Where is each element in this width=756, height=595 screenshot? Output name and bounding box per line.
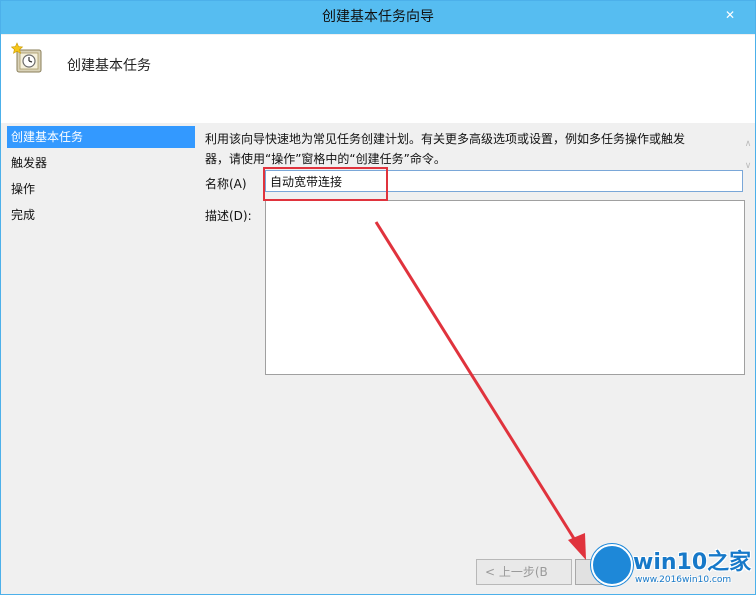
close-icon[interactable]: ✕ [719, 5, 741, 25]
intro-line-2: 器，请使用“操作”窗格中的“创建任务”命令。 [205, 152, 446, 166]
name-field[interactable] [265, 170, 743, 192]
name-label: 名称(A) [205, 177, 247, 191]
wizard-content: 利用该向导快速地为常见任务创建计划。有关更多高级选项或设置，例如多任务操作或触发… [205, 123, 750, 563]
intro-text: 利用该向导快速地为常见任务创建计划。有关更多高级选项或设置，例如多任务操作或触发… [205, 129, 735, 169]
description-label: 描述(D): [205, 209, 252, 223]
header-title: 创建基本任务 [67, 58, 151, 74]
step-create-basic-task[interactable]: 创建基本任务 [7, 126, 195, 148]
description-field[interactable] [265, 200, 745, 375]
right-edge-fragment: ∧ ∨ [744, 139, 752, 171]
step-trigger[interactable]: 触发器 [7, 152, 195, 174]
next-button[interactable] [575, 559, 605, 585]
back-button[interactable]: < 上一步(B [476, 559, 572, 585]
wizard-window: 创建基本任务向导 ✕ 创建基本任务 创建基本任务 触发器 操作 完成 利用该向导… [0, 0, 756, 595]
title-bar[interactable]: 创建基本任务向导 ✕ [1, 1, 755, 34]
step-action[interactable]: 操作 [7, 178, 195, 200]
wizard-task-icon [11, 42, 42, 73]
step-finish[interactable]: 完成 [7, 204, 195, 226]
intro-line-1: 利用该向导快速地为常见任务创建计划。有关更多高级选项或设置，例如多任务操作或触发 [205, 132, 686, 146]
window-title: 创建基本任务向导 [322, 9, 434, 25]
wizard-header: 创建基本任务 [1, 35, 755, 123]
wizard-steps-pane: 创建基本任务 触发器 操作 完成 [1, 123, 201, 594]
